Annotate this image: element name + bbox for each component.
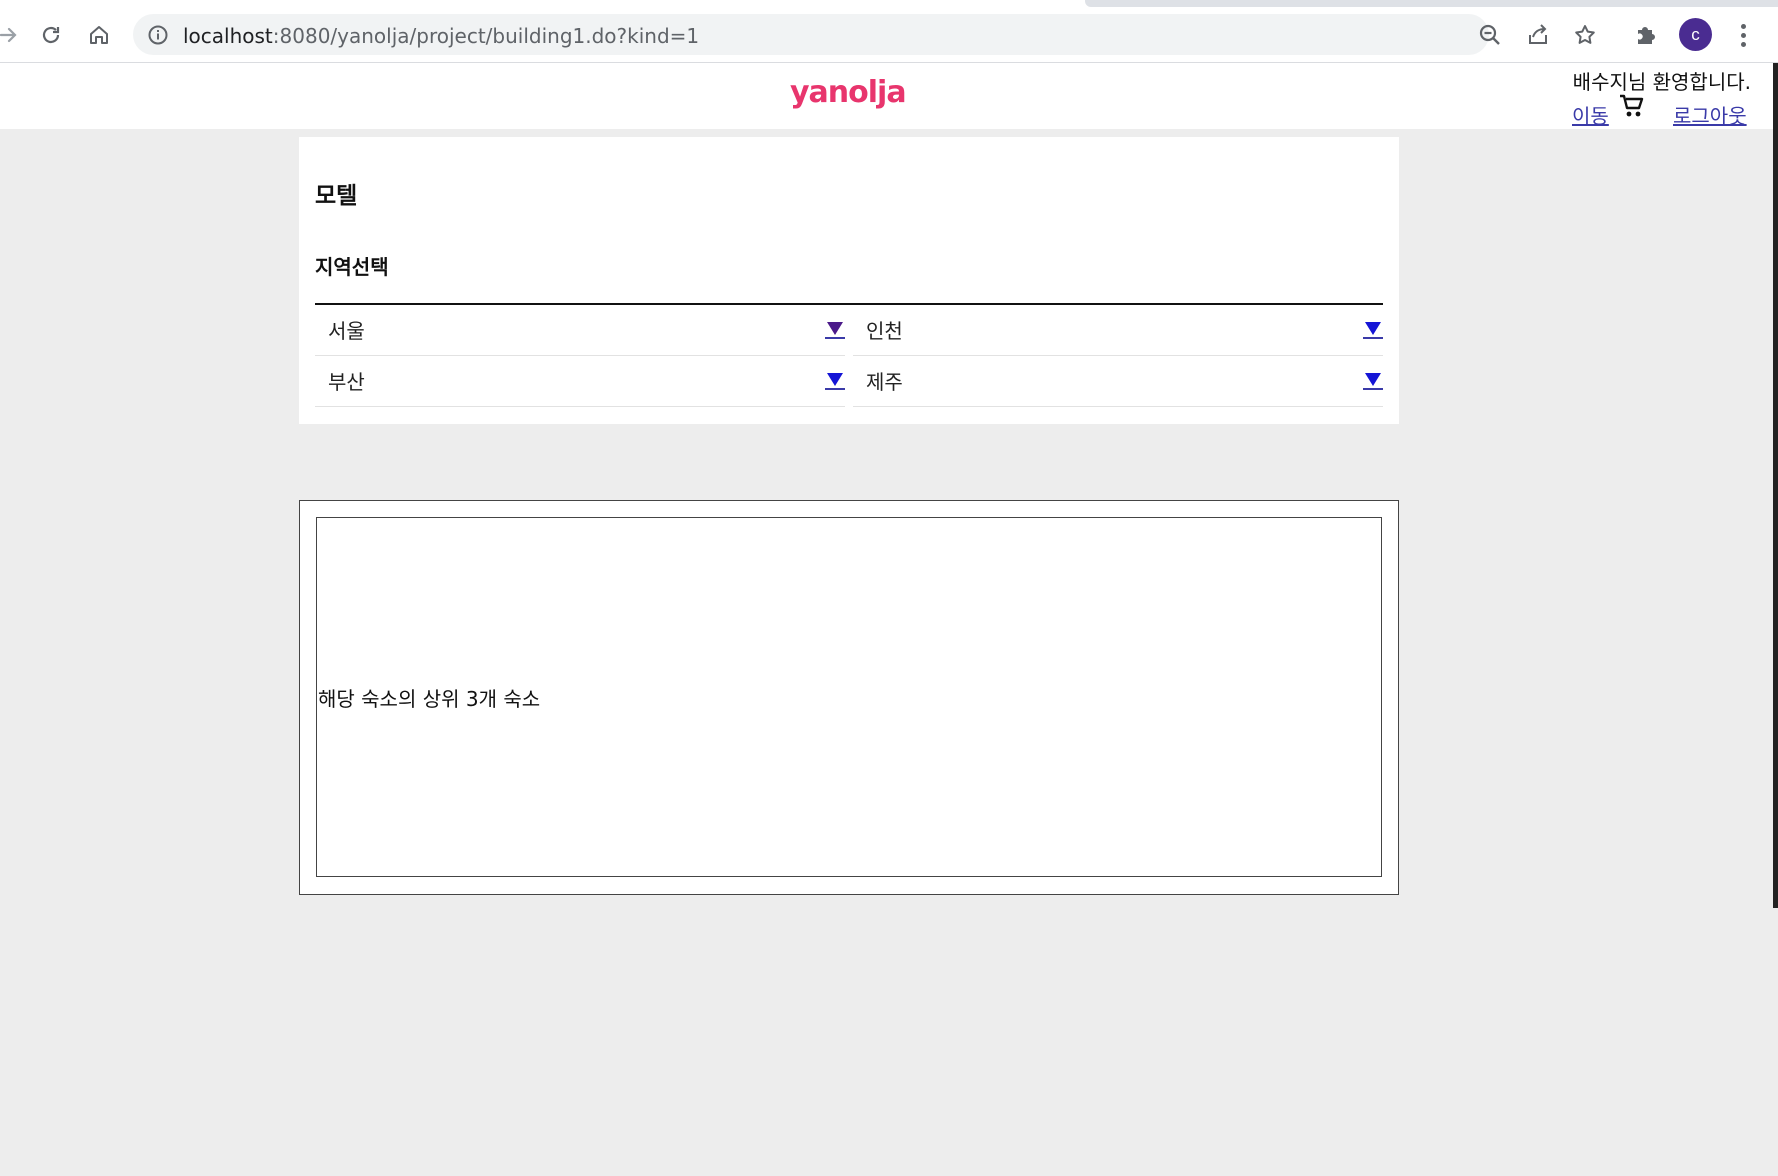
extensions-icon[interactable] xyxy=(1632,20,1660,48)
region-label: 서울 xyxy=(328,319,365,343)
info-icon[interactable] xyxy=(147,24,169,50)
region-label: 부산 xyxy=(328,370,365,394)
welcome-message: 배수지님 환영합니다. xyxy=(1572,70,1751,94)
dropdown-arrow-icon[interactable] xyxy=(825,320,845,339)
results-container: 해당 숙소의 상위 3개 숙소 xyxy=(299,500,1399,895)
zoom-out-icon[interactable] xyxy=(1478,23,1502,47)
dropdown-arrow-icon[interactable] xyxy=(825,371,845,390)
dropdown-arrow-icon[interactable] xyxy=(1363,320,1383,339)
scrollbar[interactable] xyxy=(1773,63,1778,908)
logout-link[interactable]: 로그아웃 xyxy=(1673,100,1747,129)
url-path: :8080/yanolja/project/building1.do?kind=… xyxy=(272,24,700,48)
region-select-heading: 지역선택 xyxy=(315,255,389,279)
tab-strip xyxy=(1085,0,1778,7)
move-link[interactable]: 이동 xyxy=(1572,100,1609,129)
site-header: yanolja 배수지님 환영합니다. 이동 로그아웃 xyxy=(0,63,1778,129)
browser-toolbar: localhost:8080/yanolja/project/building1… xyxy=(0,0,1778,63)
region-label: 인천 xyxy=(866,319,903,343)
profile-initial: c xyxy=(1691,24,1700,44)
bookmark-star-icon[interactable] xyxy=(1573,23,1597,47)
reload-icon[interactable] xyxy=(34,18,68,52)
region-item-incheon[interactable]: 인천 xyxy=(853,305,1383,356)
forward-icon[interactable] xyxy=(0,18,26,52)
address-bar[interactable]: localhost:8080/yanolja/project/building1… xyxy=(133,14,1595,55)
url-host: localhost xyxy=(183,24,273,48)
region-item-seoul[interactable]: 서울 xyxy=(315,305,845,356)
share-icon[interactable] xyxy=(1526,23,1550,47)
results-text: 해당 숙소의 상위 3개 숙소 xyxy=(318,686,541,711)
page-title: 모텔 xyxy=(315,183,358,209)
region-item-jeju[interactable]: 제주 xyxy=(853,356,1383,407)
region-panel: 모텔 지역선택 서울 인천 부산 제주 xyxy=(299,137,1399,424)
cart-icon[interactable] xyxy=(1619,93,1645,123)
results-box: 해당 숙소의 상위 3개 숙소 xyxy=(316,517,1382,877)
dropdown-arrow-icon[interactable] xyxy=(1363,371,1383,390)
region-label: 제주 xyxy=(866,370,903,394)
url-text[interactable]: localhost:8080/yanolja/project/building1… xyxy=(183,24,699,48)
yanolja-logo[interactable]: yanolja xyxy=(790,75,907,110)
profile-avatar[interactable]: c xyxy=(1679,18,1712,51)
region-item-busan[interactable]: 부산 xyxy=(315,356,845,407)
home-icon[interactable] xyxy=(82,18,116,52)
menu-kebab-icon[interactable] xyxy=(1733,20,1753,50)
